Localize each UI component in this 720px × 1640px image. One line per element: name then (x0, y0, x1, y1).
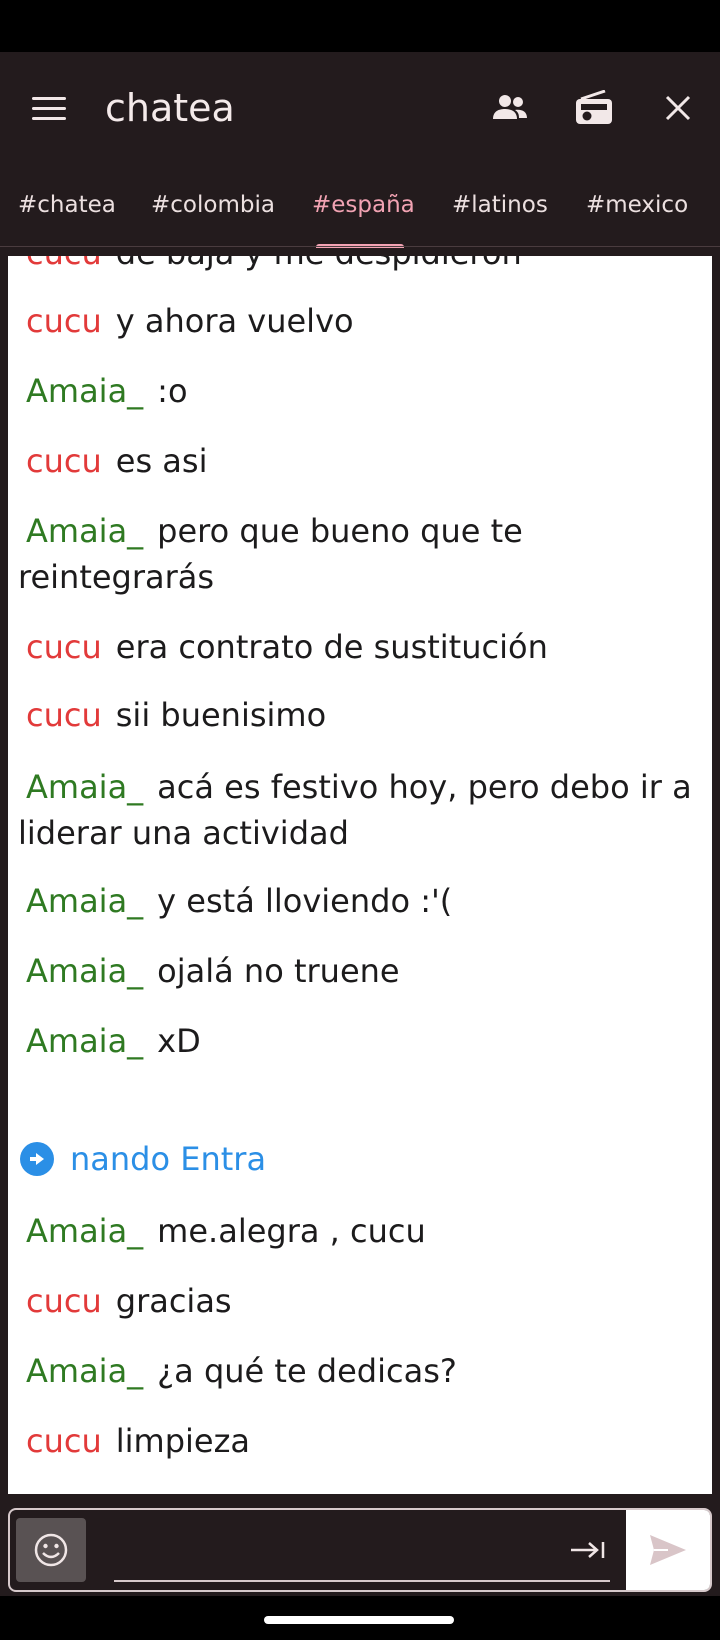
users-icon (493, 95, 527, 119)
message-text: de baja y me despidieron (116, 256, 522, 272)
chat-message: cucu era contrato de sustitución (18, 624, 702, 670)
close-button[interactable] (654, 84, 702, 132)
chat-message: Amaia_ ojalá no truene (18, 948, 702, 994)
message-nick[interactable]: Amaia_ (26, 882, 143, 920)
chat-message: cucu es asi (18, 438, 702, 484)
message-nick[interactable]: cucu (26, 628, 102, 666)
chat-message: Amaia_ me.alegra , cucu (18, 1208, 702, 1254)
chat-message: Amaia_ :o (18, 368, 702, 414)
channel-tabs: #chatea #colombia #españa #latinos #mexi… (0, 168, 720, 248)
message-text: ojalá no truene (157, 952, 400, 990)
message-text: ¿a qué te dedicas? (157, 1352, 457, 1390)
chat-message: cucu de baja y me despidieron (18, 256, 702, 276)
tab-colombia[interactable]: #colombia (151, 190, 275, 230)
chat-message: Amaia_ xD (18, 1018, 702, 1064)
radio-icon (576, 90, 612, 124)
tabs-divider (0, 246, 720, 247)
chat-message: Amaia_ y está lloviendo :'( (18, 878, 702, 924)
chat-message: Amaia_ acá es festivo hoy, pero debo ir a… (18, 764, 702, 856)
message-text: gracias (115, 1282, 232, 1320)
send-icon (650, 1535, 686, 1565)
chat-message: cucu sii buenisimo (18, 692, 702, 738)
chat-message: cucu gracias (18, 1278, 702, 1324)
message-nick[interactable]: cucu (26, 696, 102, 734)
join-action: Entra (180, 1140, 267, 1178)
tab-espana[interactable]: #españa (312, 190, 415, 230)
tab-key-icon (571, 1542, 605, 1558)
chat-log[interactable]: cucu de baja y me despidieron cucu y ahora… (8, 256, 712, 1494)
message-input[interactable] (114, 1520, 610, 1582)
join-notice: nando Entra (20, 1136, 266, 1182)
home-indicator[interactable] (264, 1616, 454, 1624)
navigation-bar (0, 1596, 720, 1640)
close-icon (665, 95, 691, 121)
message-nick[interactable]: cucu (26, 256, 102, 272)
message-nick[interactable]: cucu (26, 1422, 102, 1460)
tab-chatea[interactable]: #chatea (18, 190, 116, 230)
message-text: limpieza (115, 1422, 250, 1460)
message-nick[interactable]: Amaia_ (26, 1212, 143, 1250)
tab-latinos[interactable]: #latinos (452, 190, 548, 230)
message-nick[interactable]: Amaia_ (26, 768, 143, 806)
menu-button[interactable] (22, 86, 76, 130)
message-text: es asi (115, 442, 208, 480)
message-text: :o (157, 372, 188, 410)
users-button[interactable] (486, 84, 534, 132)
join-arrow-icon (20, 1142, 54, 1176)
app-title: chatea (105, 86, 235, 130)
emoji-icon (34, 1533, 68, 1567)
menu-icon (32, 96, 66, 100)
tab-complete-button[interactable] (568, 1532, 608, 1568)
message-text: era contrato de sustitución (115, 628, 548, 666)
join-nick[interactable]: nando (70, 1140, 170, 1178)
message-nick[interactable]: Amaia_ (26, 372, 143, 410)
emoji-button[interactable] (16, 1518, 86, 1582)
message-text: y está lloviendo :'( (157, 882, 453, 920)
message-nick[interactable]: Amaia_ (26, 952, 143, 990)
message-text: y ahora vuelvo (115, 302, 354, 340)
message-text: xD (157, 1022, 201, 1060)
message-text: sii buenisimo (115, 696, 327, 734)
message-nick[interactable]: cucu (26, 1282, 102, 1320)
status-bar (0, 0, 720, 52)
message-nick[interactable]: Amaia_ (26, 512, 143, 550)
message-nick[interactable]: Amaia_ (26, 1022, 143, 1060)
message-nick[interactable]: cucu (26, 442, 102, 480)
message-nick[interactable]: Amaia_ (26, 1352, 143, 1390)
message-composer (8, 1508, 712, 1592)
radio-button[interactable] (570, 84, 618, 132)
chat-message: cucu limpieza (18, 1418, 702, 1464)
message-nick[interactable]: cucu (26, 302, 102, 340)
chat-message: Amaia_ ¿a qué te dedicas? (18, 1348, 702, 1394)
message-text: me.alegra , cucu (157, 1212, 426, 1250)
send-button[interactable] (626, 1510, 710, 1590)
app-bar: chatea (0, 52, 720, 168)
tab-mexico[interactable]: #mexico (586, 190, 688, 230)
chat-message: cucu y ahora vuelvo (18, 298, 702, 344)
chat-message: Amaia_ pero que bueno que te reintegrarás (18, 508, 702, 600)
